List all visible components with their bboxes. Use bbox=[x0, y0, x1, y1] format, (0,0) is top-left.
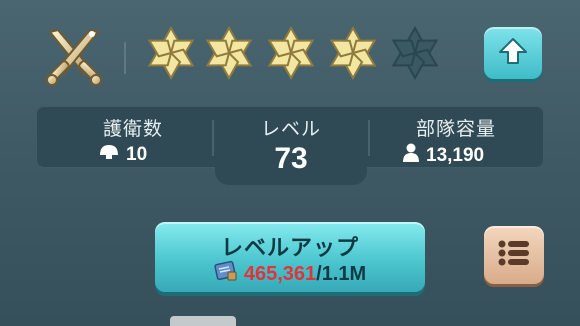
stats-divider bbox=[212, 120, 214, 156]
bottom-edge-tab bbox=[170, 316, 236, 326]
star-filled-icon bbox=[200, 24, 258, 82]
level-label: レベル bbox=[260, 119, 321, 140]
level-up-button[interactable]: レベルアップ 465,361/1.1M bbox=[155, 222, 425, 292]
upgrade-button[interactable] bbox=[484, 27, 542, 79]
level-value: 73 bbox=[274, 142, 308, 175]
person-icon bbox=[402, 143, 420, 169]
level-up-cost: 465,361/1.1M bbox=[155, 260, 425, 288]
header-divider bbox=[124, 42, 126, 74]
header-row bbox=[0, 0, 580, 100]
guards-label: 護衛数 bbox=[102, 119, 163, 140]
helmet-icon bbox=[98, 143, 120, 167]
blueprint-scroll-icon bbox=[214, 260, 238, 288]
stats-divider bbox=[368, 120, 370, 156]
guards-value: 10 bbox=[126, 144, 148, 165]
current-resource: 465,361 bbox=[243, 262, 317, 285]
guards-stat: 10 bbox=[98, 143, 147, 167]
star-filled-icon bbox=[262, 24, 320, 82]
star-filled-icon bbox=[142, 24, 200, 82]
star-filled-icon bbox=[324, 24, 382, 82]
capacity-label: 部隊容量 bbox=[415, 119, 496, 140]
menu-button[interactable] bbox=[484, 226, 544, 284]
required-resource: 1.1M bbox=[321, 262, 367, 285]
arrow-up-icon bbox=[498, 36, 528, 71]
crossed-swords-icon bbox=[40, 24, 108, 88]
level-up-label: レベルアップ bbox=[220, 235, 359, 260]
capacity-value: 13,190 bbox=[426, 145, 485, 166]
capacity-stat: 13,190 bbox=[402, 143, 484, 169]
star-empty-icon bbox=[386, 24, 444, 82]
list-icon bbox=[497, 239, 531, 272]
